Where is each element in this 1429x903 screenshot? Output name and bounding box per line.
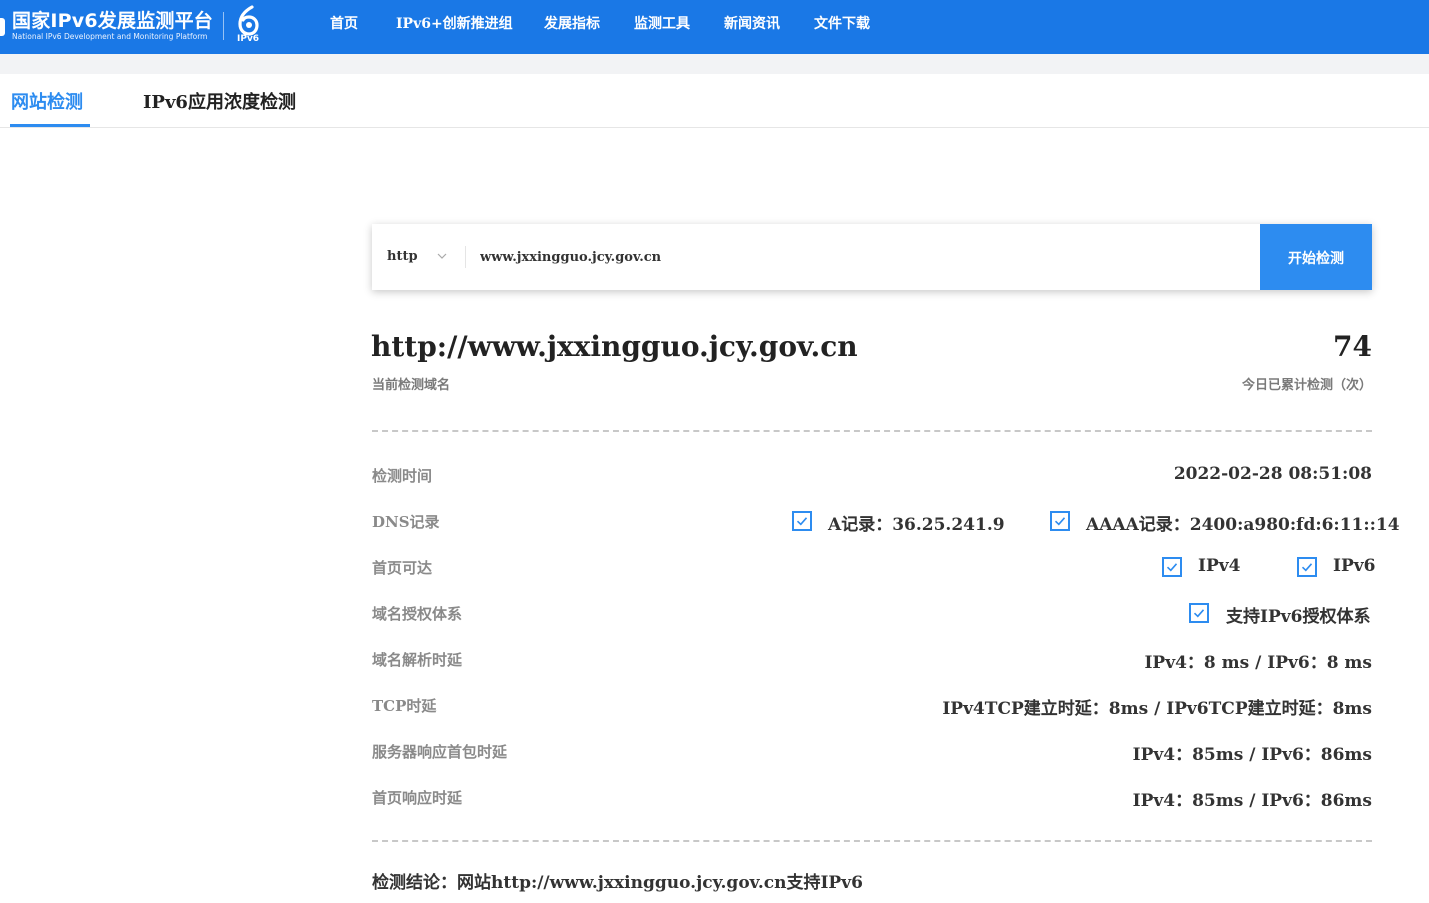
nav-indicators[interactable]: 发展指标 <box>544 0 600 54</box>
domain-auth-value: 支持IPv6授权体系 <box>1226 607 1371 627</box>
home-reachable-label: 首页可达 <box>372 559 433 577</box>
first-packet-value: IPv4：85ms / IPv6：86ms <box>1132 745 1372 765</box>
domain-auth-label: 域名授权体系 <box>372 605 463 623</box>
first-packet-label: 服务器响应首包时延 <box>372 743 508 761</box>
start-check-button[interactable]: 开始检测 <box>1260 224 1372 290</box>
tab-bar: 网站检测 IPv6应用浓度检测 <box>0 74 1429 128</box>
divider-top <box>372 430 1372 432</box>
home-response-value: IPv4：85ms / IPv6：86ms <box>1132 791 1372 811</box>
nav-home[interactable]: 首页 <box>330 0 358 54</box>
dns-a-record: A记录：36.25.241.9 <box>828 515 1005 535</box>
divider-bottom <box>372 840 1372 842</box>
nav-news[interactable]: 新闻资讯 <box>724 0 780 54</box>
logo-accent <box>0 18 5 36</box>
header-gap <box>0 54 1429 74</box>
tab-app-density[interactable]: IPv6应用浓度检测 <box>143 88 296 114</box>
checked-icon <box>792 511 812 531</box>
logo-mark-label: IPv6 <box>237 34 260 44</box>
resolve-latency-value: IPv4：8 ms / IPv6：8 ms <box>1144 653 1372 673</box>
time-value: 2022-02-28 08:51:08 <box>1173 464 1372 484</box>
home-ipv4: IPv4 <box>1198 556 1241 576</box>
check-count-caption: 今日已累计检测（次） <box>1241 378 1372 393</box>
logo-title: 国家IPv6发展监测平台 <box>12 10 214 32</box>
tab-website-check[interactable]: 网站检测 <box>11 88 83 114</box>
search-card: http 开始检测 <box>372 224 1372 290</box>
home-response-label: 首页响应时延 <box>372 789 463 807</box>
dns-aaaa-record: AAAA记录：2400:a980:fd:6:11::14 <box>1086 515 1400 535</box>
home-ipv6: IPv6 <box>1333 556 1376 576</box>
active-tab-indicator <box>10 124 90 127</box>
checked-icon <box>1189 603 1209 623</box>
checked-icon <box>1297 557 1317 577</box>
nav-downloads[interactable]: 文件下载 <box>814 0 870 54</box>
chevron-down-icon[interactable] <box>436 250 448 262</box>
time-label: 检测时间 <box>372 467 433 485</box>
checked-icon <box>1162 557 1182 577</box>
dns-label: DNS记录 <box>372 513 440 531</box>
url-input[interactable] <box>480 242 1240 272</box>
logo-divider <box>223 12 224 40</box>
nav-tools[interactable]: 监测工具 <box>634 0 690 54</box>
site-logo[interactable]: 国家IPv6发展监测平台 National IPv6 Development a… <box>0 0 270 54</box>
current-domain: http://www.jxxingguo.jcy.gov.cn <box>371 330 858 363</box>
check-count: 74 <box>1333 330 1372 363</box>
current-domain-caption: 当前检测域名 <box>372 378 451 393</box>
resolve-latency-label: 域名解析时延 <box>372 651 463 669</box>
tcp-latency-value: IPv4TCP建立时延：8ms / IPv6TCP建立时延：8ms <box>942 699 1372 719</box>
logo-subtitle: National IPv6 Development and Monitoring… <box>12 32 208 41</box>
top-nav-bar: 国家IPv6发展监测平台 National IPv6 Development a… <box>0 0 1429 54</box>
protocol-select[interactable]: http <box>387 224 418 290</box>
protocol-divider <box>465 246 466 268</box>
tcp-latency-label: TCP时延 <box>372 697 437 715</box>
check-conclusion: 检测结论：网站http://www.jxxingguo.jcy.gov.cn支持… <box>372 873 863 893</box>
nav-ipv6-plus[interactable]: IPv6+创新推进组 <box>396 0 513 54</box>
checked-icon <box>1050 511 1070 531</box>
